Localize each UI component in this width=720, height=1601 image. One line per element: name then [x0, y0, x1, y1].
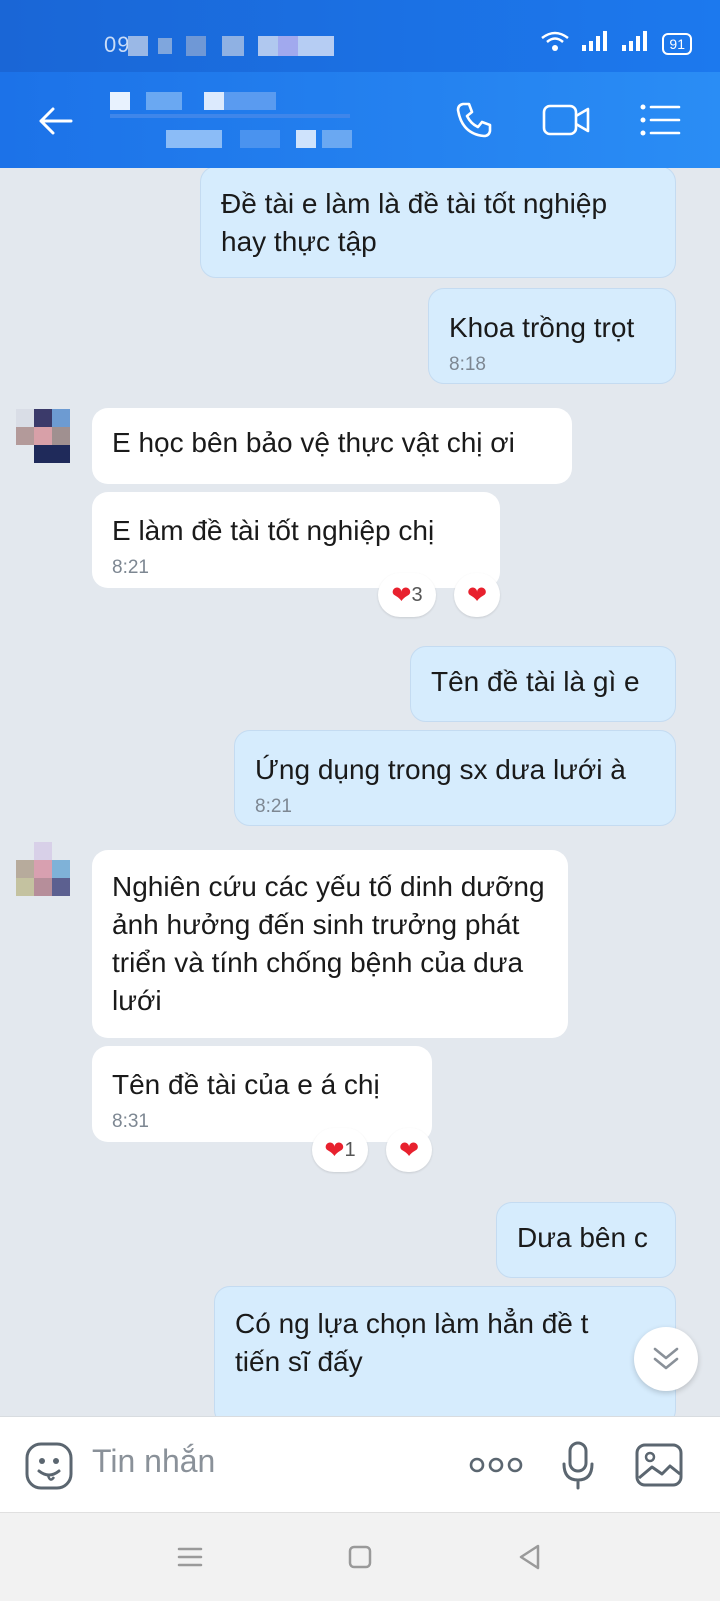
sticker-face-icon: [25, 1442, 73, 1490]
reaction-count: 3: [411, 583, 423, 606]
triangle-back-icon: [519, 1544, 540, 1570]
arrow-left-icon: [39, 107, 73, 135]
message-text: Nghiên cứu các yếu tố dinh dưỡng ảnh hưở…: [112, 871, 545, 1016]
back-button[interactable]: [30, 96, 80, 146]
message-list[interactable]: Đề tài e làm là đề tài tốt nghiệp hay th…: [0, 168, 720, 1416]
contact-avatar[interactable]: [16, 409, 72, 465]
call-button[interactable]: [448, 94, 500, 146]
message-text: Tên đề tài là gì e: [431, 666, 640, 697]
message-text: Ứng dụng trong sx dưa lưới à: [255, 754, 626, 785]
message-text: Đề tài e làm là đề tài tốt nghiệp hay th…: [221, 188, 608, 257]
signal-icon: [622, 31, 650, 56]
list-menu-icon: [640, 104, 681, 136]
message-text: Dưa bên c: [517, 1222, 648, 1253]
reaction-count: 1: [344, 1138, 356, 1161]
outgoing-message[interactable]: Tên đề tài là gì e: [410, 646, 676, 722]
reaction-count-badge[interactable]: ❤ 3: [378, 573, 436, 617]
contact-avatar[interactable]: [16, 842, 72, 898]
chat-header: [0, 72, 720, 168]
message-text: Có ng lựa chọn làm hẳn đề t tiến sĩ đấy: [235, 1308, 589, 1377]
video-call-button[interactable]: [538, 94, 596, 146]
react-button[interactable]: ❤: [454, 573, 500, 617]
menu-button[interactable]: [634, 94, 686, 146]
signal-icon: [582, 31, 610, 56]
message-text: E học bên bảo vệ thực vật chị ơi: [112, 427, 515, 458]
outgoing-message[interactable]: Dưa bên c: [496, 1202, 676, 1278]
more-options-button[interactable]: [466, 1447, 526, 1483]
image-gallery-icon: [635, 1443, 683, 1487]
message-time: 8:31: [112, 1111, 149, 1132]
incoming-message[interactable]: E làm đề tài tốt nghiệp chị 8:21: [92, 492, 500, 588]
system-navigation-bar: [0, 1512, 720, 1601]
message-text: Khoa trồng trọt: [449, 312, 635, 343]
blurred-contact-name: [110, 92, 360, 152]
back-nav-button[interactable]: [508, 1535, 552, 1579]
message-time: 8:21: [255, 796, 292, 817]
send-image-button[interactable]: [632, 1439, 686, 1491]
outgoing-message[interactable]: Khoa trồng trọt 8:18: [428, 288, 676, 384]
outgoing-message[interactable]: Đề tài e làm là đề tài tốt nghiệp hay th…: [200, 168, 676, 278]
video-camera-icon: [542, 104, 590, 136]
message-input-bar: Tin nhắn: [0, 1416, 720, 1513]
scroll-to-bottom-button[interactable]: [634, 1327, 698, 1391]
message-time: 8:18: [449, 354, 486, 375]
phone-icon: [456, 102, 492, 138]
message-text: E làm đề tài tốt nghiệp chị: [112, 515, 435, 546]
incoming-message[interactable]: Tên đề tài của e á chị 8:31: [92, 1046, 432, 1142]
outgoing-message[interactable]: Có ng lựa chọn làm hẳn đề t tiến sĩ đấy: [214, 1286, 676, 1416]
menu-lines-icon: [177, 1547, 203, 1567]
reaction-count-badge[interactable]: ❤ 1: [312, 1128, 368, 1172]
sticker-button[interactable]: [22, 1439, 76, 1493]
microphone-icon: [562, 1441, 594, 1490]
voice-message-button[interactable]: [554, 1437, 602, 1493]
message-input[interactable]: Tin nhắn: [92, 1443, 215, 1480]
incoming-message[interactable]: E học bên bảo vệ thực vật chị ơi: [92, 408, 572, 484]
wifi-icon: [540, 30, 570, 57]
recent-apps-button[interactable]: [168, 1535, 212, 1579]
incoming-message[interactable]: Nghiên cứu các yếu tố dinh dưỡng ảnh hưở…: [92, 850, 568, 1038]
status-bar: 09: 91: [0, 0, 720, 72]
battery-indicator: 91: [662, 32, 692, 55]
outgoing-message[interactable]: Ứng dụng trong sx dưa lưới à 8:21: [234, 730, 676, 826]
heart-icon: ❤: [466, 581, 488, 609]
heart-icon: ❤: [324, 1136, 345, 1164]
home-button[interactable]: [338, 1535, 382, 1579]
more-dots-icon: [469, 1457, 523, 1473]
double-chevron-down-icon: [653, 1347, 679, 1370]
square-home-icon: [348, 1545, 372, 1569]
heart-icon: ❤: [398, 1136, 420, 1164]
react-button[interactable]: ❤: [386, 1128, 432, 1172]
blurred-status-text: [128, 36, 338, 56]
message-text: Tên đề tài của e á chị: [112, 1069, 380, 1100]
heart-icon: ❤: [391, 581, 412, 609]
status-icons: 91: [540, 30, 692, 57]
